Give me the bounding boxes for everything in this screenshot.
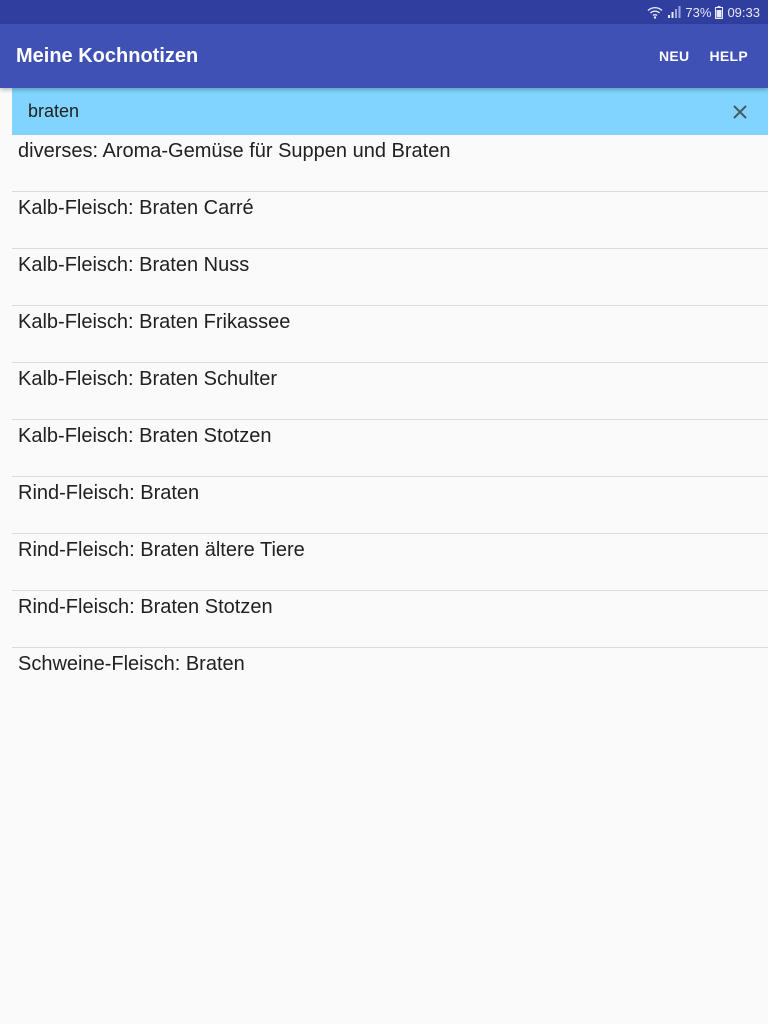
list-item[interactable]: Rind-Fleisch: Braten <box>12 477 768 534</box>
list-item[interactable]: Kalb-Fleisch: Braten Stotzen <box>12 420 768 477</box>
result-list: diverses: Aroma-Gemüse für Suppen und Br… <box>12 135 768 705</box>
app-bar: Meine Kochnotizen NEU HELP <box>0 24 768 88</box>
list-item[interactable]: Kalb-Fleisch: Braten Frikassee <box>12 306 768 363</box>
battery-icon <box>715 5 724 19</box>
list-item[interactable]: Schweine-Fleisch: Braten <box>12 648 768 705</box>
status-time: 09:33 <box>727 4 760 20</box>
list-item[interactable]: Kalb-Fleisch: Braten Schulter <box>12 363 768 420</box>
search-bar <box>12 88 768 135</box>
list-item[interactable]: Kalb-Fleisch: Braten Carré <box>12 192 768 249</box>
close-icon <box>733 104 747 119</box>
signal-icon <box>667 6 681 18</box>
list-item[interactable]: Rind-Fleisch: Braten ältere Tiere <box>12 534 768 591</box>
list-item[interactable]: diverses: Aroma-Gemüse für Suppen und Br… <box>12 135 768 192</box>
list-item[interactable]: Kalb-Fleisch: Braten Nuss <box>12 249 768 306</box>
list-item[interactable]: Rind-Fleisch: Braten Stotzen <box>12 591 768 648</box>
status-bar: 73% 09:33 <box>0 0 768 24</box>
clear-search-button[interactable] <box>712 88 768 135</box>
wifi-icon <box>647 6 663 19</box>
page-title: Meine Kochnotizen <box>16 44 199 67</box>
new-button[interactable]: NEU <box>649 24 699 88</box>
battery-percent: 73% <box>685 4 712 20</box>
search-input[interactable] <box>12 88 712 135</box>
help-button[interactable]: HELP <box>699 24 758 88</box>
